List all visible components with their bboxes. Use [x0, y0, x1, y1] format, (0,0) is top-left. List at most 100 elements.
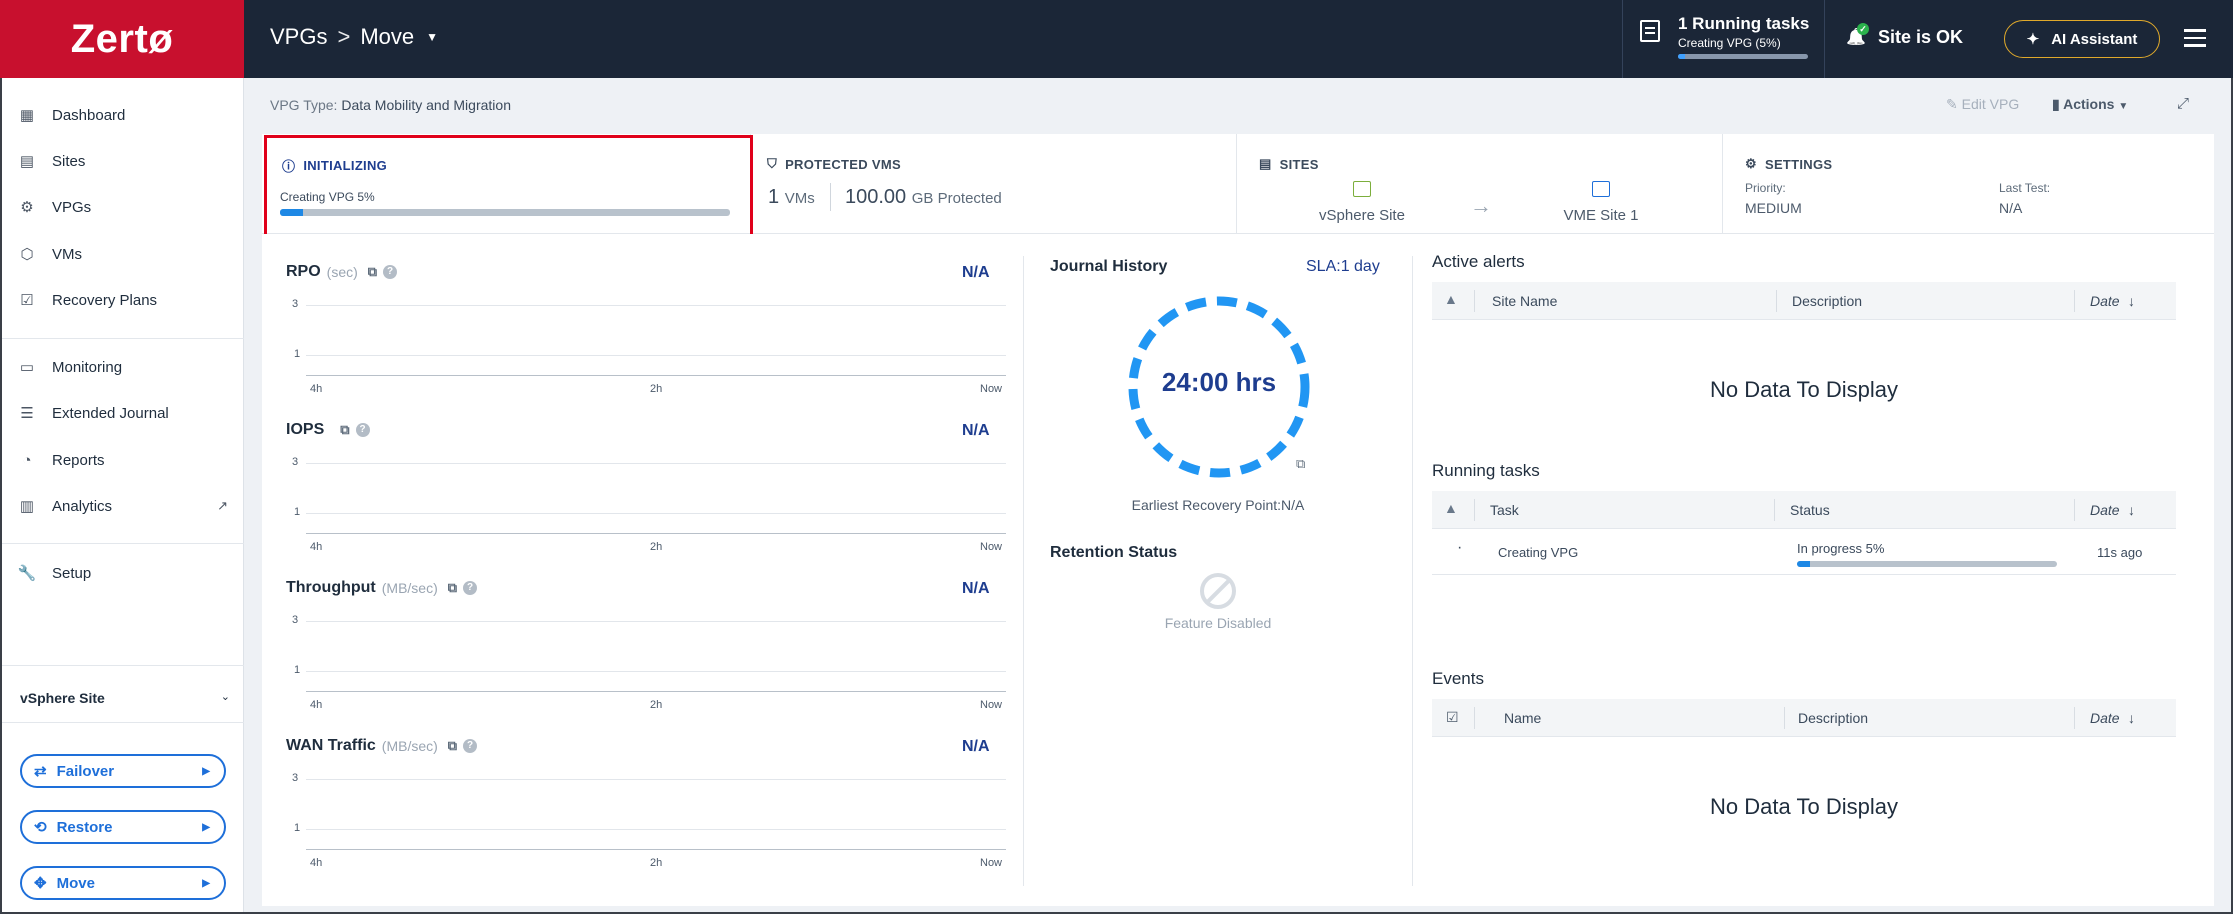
warning-icon: ▲ — [1444, 291, 1458, 307]
x-tick: 2h — [650, 541, 663, 553]
sidebar-item-label: Dashboard — [52, 106, 126, 124]
task-date: 11s ago — [2097, 545, 2143, 560]
external-link-icon[interactable]: ⧉ — [340, 422, 349, 438]
initializing-progress — [280, 209, 730, 216]
journal-history-title: Journal History — [1050, 258, 1168, 275]
rpo-value: N/A — [962, 264, 990, 281]
column-header[interactable]: Date — [2090, 293, 2120, 309]
sort-down-icon[interactable]: ↓ — [2128, 710, 2135, 726]
y-tick: 3 — [292, 614, 299, 626]
divider — [2, 665, 244, 666]
sidebar-item-setup[interactable]: 🔧 Setup — [18, 564, 92, 583]
gridline — [306, 621, 1006, 622]
edit-vpg-button[interactable]: ✎ Edit VPG — [1946, 96, 2019, 113]
sidebar-item-recovery-plans[interactable]: ☑ Recovery Plans — [18, 291, 157, 310]
site-select[interactable]: vSphere Site ⌄ — [20, 690, 230, 706]
actions-menu[interactable]: ▮ Actions ▼ — [2052, 96, 2128, 113]
x-tick: Now — [980, 699, 1003, 711]
protected-vms-card: ⛉ PROTECTED VMS — [751, 134, 1237, 234]
move-icon: ✥ — [34, 875, 47, 892]
breadcrumb-vpgs[interactable]: VPGs — [270, 24, 327, 50]
gridline — [306, 463, 1006, 464]
help-icon[interactable]: ? — [463, 739, 478, 753]
help-icon[interactable]: ? — [463, 581, 478, 595]
move-button[interactable]: ✥ Move ▶ — [20, 866, 226, 900]
sidebar-item-vpgs[interactable]: ⚙ VPGs — [18, 198, 92, 217]
settings-card: ⚙ SETTINGS — [1723, 134, 2214, 234]
source-site-icon — [1353, 181, 1371, 197]
failover-icon: ⇄ — [34, 763, 47, 780]
play-icon: ▶ — [202, 877, 210, 889]
column-header[interactable]: Task — [1490, 502, 1519, 518]
site-select-value: vSphere Site — [20, 690, 105, 706]
column-header[interactable]: Name — [1504, 710, 1541, 726]
sidebar-item-label: Monitoring — [52, 358, 123, 376]
expand-icon[interactable]: ⤢ — [2177, 95, 2189, 112]
sort-down-icon[interactable]: ↓ — [2128, 502, 2135, 518]
database-icon: ☰ — [20, 405, 34, 422]
divider — [2, 722, 244, 723]
sidebar-item-sites[interactable]: ▤ Sites — [18, 152, 85, 171]
analytics-icon: ▥ — [19, 498, 35, 515]
monitor-icon: ▭ — [19, 359, 35, 376]
sidebar-item-label: VPGs — [52, 198, 92, 216]
zerto-logo[interactable]: Zertø — [0, 0, 244, 78]
metric-unit: (MB/sec) — [381, 580, 438, 596]
sidebar-item-vms[interactable]: ⬡ VMs — [18, 245, 82, 264]
menu-icon[interactable] — [2184, 29, 2206, 47]
failover-button[interactable]: ⇄ Failover ▶ — [20, 754, 226, 788]
external-link-icon[interactable]: ⧉ — [448, 738, 457, 754]
breadcrumb-current[interactable]: Move — [360, 24, 414, 50]
site-status[interactable]: ✓ Site is OK — [1846, 22, 1963, 48]
vpg-type-label: VPG Type: — [270, 97, 338, 113]
sidebar-item-dashboard[interactable]: ▦ Dashboard — [18, 106, 126, 125]
actions-icon: ▮ — [2052, 96, 2060, 112]
external-link-icon[interactable]: ⧉ — [1296, 456, 1305, 472]
help-icon[interactable]: ? — [355, 423, 370, 437]
metric-name: Throughput — [286, 579, 376, 596]
column-header[interactable]: Description — [1798, 710, 1868, 726]
arrow-right-icon: → — [1470, 193, 1492, 218]
wan-traffic-title: WAN Traffic (MB/sec) ⧉ ? — [286, 737, 478, 755]
sort-down-icon[interactable]: ↓ — [2128, 293, 2135, 309]
running-tasks-progress — [1678, 54, 1808, 59]
earliest-recovery-point: Earliest Recovery Point:N/A — [1131, 497, 1305, 513]
settings-label: SETTINGS — [1764, 156, 1833, 172]
column-header[interactable]: Description — [1792, 293, 1862, 309]
protected-vms-label: PROTECTED VMS — [785, 156, 901, 172]
y-tick: 1 — [294, 348, 301, 360]
external-link-icon[interactable]: ⧉ — [448, 580, 457, 596]
table-row[interactable]: · Creating VPG In progress 5% 11s ago — [1432, 533, 2176, 575]
sidebar-item-monitoring[interactable]: ▭ Monitoring — [18, 358, 123, 377]
column-header[interactable]: Status — [1790, 502, 1830, 518]
running-tasks-indicator[interactable]: 1 Running tasks Creating VPG (5%) — [1640, 14, 1809, 59]
external-link-icon[interactable]: ⧉ — [368, 264, 377, 280]
failover-label: Failover — [56, 762, 115, 780]
y-tick: 1 — [294, 822, 301, 834]
sidebar-item-reports[interactable]: ◔ Reports — [18, 451, 104, 469]
column-header[interactable]: Date — [2090, 710, 2120, 726]
chevron-down-icon[interactable]: ▼ — [426, 30, 438, 44]
sidebar-item-label: Extended Journal — [52, 404, 169, 422]
baseline — [306, 849, 1006, 850]
baseline — [306, 375, 1006, 376]
sidebar-item-extended-journal[interactable]: ☰ Extended Journal — [18, 404, 169, 423]
column-header[interactable]: Site Name — [1492, 293, 1557, 309]
vm-count: 1 VMs — [768, 186, 815, 209]
recovery-plans-icon: ☑ — [20, 292, 34, 309]
throughput-title: Throughput (MB/sec) ⧉ ? — [286, 579, 478, 597]
last-test-label: Last Test: — [1999, 181, 2051, 195]
warning-icon: ▲ — [1444, 500, 1458, 516]
retention-status-value: Feature Disabled — [1164, 615, 1272, 631]
sidebar-item-analytics[interactable]: ▥ Analytics ↗ — [18, 497, 228, 516]
divider — [1622, 0, 1623, 78]
help-icon[interactable]: ? — [383, 265, 398, 279]
column-header[interactable]: Date — [2090, 502, 2120, 518]
chevron-down-icon: ⌄ — [220, 691, 230, 703]
ai-assistant-button[interactable]: ✦ AI Assistant — [2004, 20, 2160, 58]
protected-size: 100.00 GB Protected — [845, 186, 1002, 209]
gridline — [306, 671, 1006, 672]
source-site-name: vSphere Site — [1319, 207, 1405, 224]
external-link-icon: ↗ — [217, 498, 228, 513]
restore-button[interactable]: ⟲ Restore ▶ — [20, 810, 226, 844]
